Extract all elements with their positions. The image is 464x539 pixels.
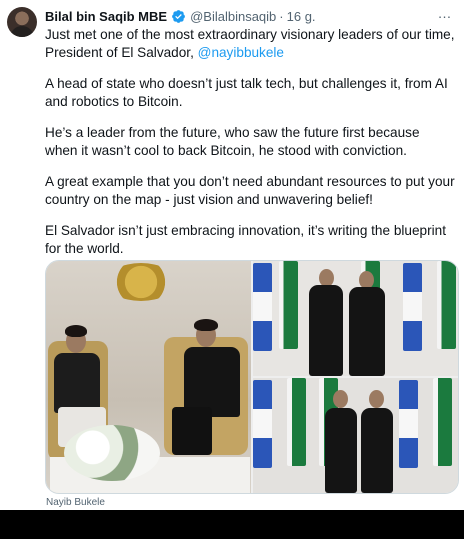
- person-left-hair: [65, 325, 87, 337]
- person-right-hair: [194, 319, 218, 331]
- person-left: [54, 353, 100, 413]
- person-head: [333, 390, 348, 408]
- bottom-black-bar: [0, 510, 464, 539]
- media-grid: [45, 260, 459, 494]
- mention-link[interactable]: @nayibbukele: [198, 45, 284, 60]
- more-options-icon[interactable]: …: [436, 6, 454, 24]
- tweet-paragraph-intro: Just met one of the most extraordinary v…: [45, 26, 455, 62]
- photo-handshake[interactable]: [253, 261, 458, 376]
- person-right: [361, 408, 393, 493]
- flag-pakistan: [433, 378, 452, 466]
- person-right: [349, 287, 385, 376]
- photo-seated-meeting[interactable]: [46, 261, 251, 493]
- person-right-legs: [172, 407, 212, 455]
- flag-pakistan: [287, 378, 306, 466]
- avatar-shoulders: [10, 26, 34, 37]
- photo-standing[interactable]: [253, 378, 458, 493]
- person-left: [325, 408, 357, 493]
- header-separator: ·: [279, 8, 284, 24]
- author-name[interactable]: Bilal bin Saqib MBE: [45, 9, 167, 24]
- flag-pakistan: [437, 261, 456, 349]
- person-head: [369, 390, 384, 408]
- tweet-header: Bilal bin Saqib MBE @Bilalbinsaqib · 16 …: [45, 7, 316, 25]
- tweet-timestamp[interactable]: 16 g.: [287, 9, 316, 24]
- verified-badge-icon: [171, 9, 186, 24]
- tweet-card[interactable]: Bilal bin Saqib MBE @Bilalbinsaqib · 16 …: [0, 0, 464, 510]
- author-handle[interactable]: @Bilalbinsaqib: [190, 9, 276, 24]
- tweet-paragraph: A great example that you don’t need abun…: [45, 174, 455, 207]
- flag-el-salvador: [253, 380, 272, 468]
- author-avatar[interactable]: [7, 7, 37, 37]
- intro-line-1: Just met one of the most extraordinary v…: [45, 27, 455, 42]
- flag-el-salvador: [399, 380, 418, 468]
- tweet-paragraph: A head of state who doesn’t just talk te…: [45, 76, 448, 109]
- flag-el-salvador: [403, 263, 422, 351]
- flag-el-salvador: [253, 263, 272, 351]
- tweet-paragraph: He’s a leader from the future, who saw t…: [45, 125, 420, 158]
- flower-arrangement: [64, 425, 160, 481]
- media-tag-caption[interactable]: Nayib Bukele: [46, 497, 105, 508]
- tweet-paragraph: El Salvador isn’t just embracing innovat…: [45, 223, 446, 256]
- wall-emblem: [106, 263, 176, 301]
- intro-line-2: President of El Salvador,: [45, 45, 198, 60]
- tweet-text: Just met one of the most extraordinary v…: [45, 26, 455, 271]
- person-left: [309, 285, 343, 376]
- flag-pakistan: [279, 261, 298, 349]
